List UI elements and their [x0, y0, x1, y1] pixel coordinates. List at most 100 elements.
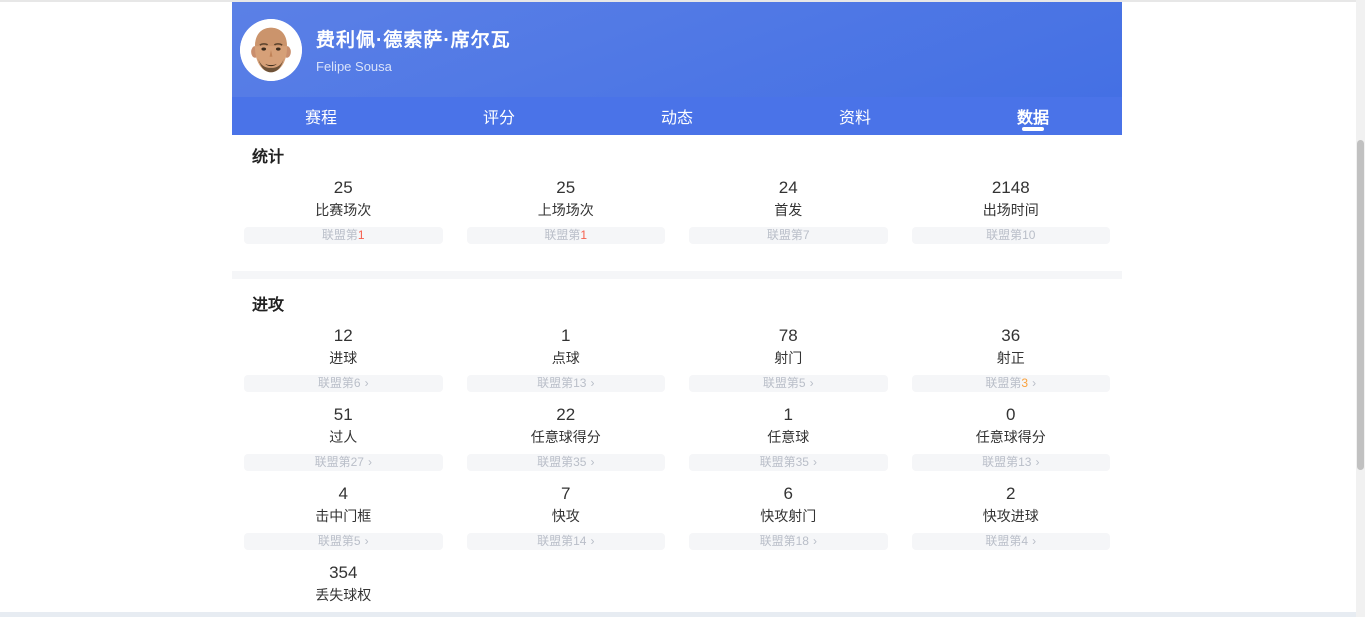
- tab-label: 动态: [661, 104, 693, 128]
- chevron-right-icon: ›: [590, 533, 594, 550]
- stat-cell: 1 任意球 联盟第35›: [677, 404, 900, 483]
- stat-label: 首发: [774, 199, 802, 221]
- league-rank-pill[interactable]: 联盟第27›: [244, 454, 443, 471]
- stat-value: 36: [1001, 325, 1020, 347]
- stat-label: 丢失球权: [315, 584, 371, 606]
- content-column: 费利佩·德索萨·席尔瓦 Felipe Sousa 赛程 评分 动态 资料 数据 …: [232, 2, 1122, 617]
- rank-prefix: 联盟第: [544, 227, 580, 244]
- league-rank-pill[interactable]: 联盟第14›: [467, 533, 666, 550]
- stat-value: 1: [784, 404, 793, 426]
- league-rank-pill: 联盟第1: [467, 227, 666, 244]
- tab-label: 评分: [483, 104, 515, 128]
- rank-number: 18: [796, 533, 809, 550]
- rank-prefix: 联盟第: [760, 533, 796, 550]
- stat-cell: 36 射正 联盟第3›: [900, 325, 1123, 404]
- stat-cell: 12 进球 联盟第6›: [232, 325, 455, 404]
- rank-number: 6: [354, 375, 361, 392]
- chevron-right-icon: ›: [1032, 533, 1036, 550]
- stat-cell: 354 丢失球权 联盟第15›: [232, 562, 455, 617]
- league-rank-pill[interactable]: 联盟第13›: [912, 454, 1111, 471]
- stat-cell: 24 首发 联盟第7: [677, 177, 900, 256]
- rank-prefix: 联盟第: [318, 375, 354, 392]
- league-rank-pill[interactable]: 联盟第18›: [689, 533, 888, 550]
- tab-label: 赛程: [305, 104, 337, 128]
- section-title: 进攻: [252, 295, 1122, 317]
- stats-section: 进攻 12 进球 联盟第6› 1 点球 联盟第13› 78 射门 联盟第5› 3…: [232, 295, 1122, 617]
- chevron-right-icon: ›: [368, 454, 372, 471]
- player-header: 费利佩·德索萨·席尔瓦 Felipe Sousa: [232, 2, 1122, 97]
- player-name-latin: Felipe Sousa: [316, 59, 511, 74]
- stat-value: 7: [561, 483, 570, 505]
- stat-label: 比赛场次: [315, 199, 371, 221]
- rank-number: 27: [351, 454, 364, 471]
- page: 费利佩·德索萨·席尔瓦 Felipe Sousa 赛程 评分 动态 资料 数据 …: [0, 0, 1365, 617]
- stat-value: 12: [334, 325, 353, 347]
- league-rank-pill[interactable]: 联盟第13›: [467, 375, 666, 392]
- stat-value: 6: [784, 483, 793, 505]
- stat-label: 射正: [997, 347, 1025, 369]
- rank-prefix: 联盟第: [537, 533, 573, 550]
- player-names: 费利佩·德索萨·席尔瓦 Felipe Sousa: [316, 25, 511, 74]
- stat-value: 25: [334, 177, 353, 199]
- league-rank-pill[interactable]: 联盟第4›: [912, 533, 1111, 550]
- rank-prefix: 联盟第: [760, 454, 796, 471]
- rank-prefix: 联盟第: [985, 533, 1021, 550]
- rank-prefix: 联盟第: [763, 375, 799, 392]
- rank-prefix: 联盟第: [767, 227, 803, 244]
- stat-value: 4: [339, 483, 348, 505]
- stat-cell: 78 射门 联盟第5›: [677, 325, 900, 404]
- stat-value: 354: [329, 562, 357, 584]
- stat-cell: 2 快攻进球 联盟第4›: [900, 483, 1123, 562]
- stat-cell: 22 任意球得分 联盟第35›: [455, 404, 678, 483]
- league-rank-pill[interactable]: 联盟第3›: [912, 375, 1111, 392]
- tab-data[interactable]: 数据: [944, 97, 1122, 135]
- stat-value: 25: [556, 177, 575, 199]
- stat-label: 出场时间: [983, 199, 1039, 221]
- stat-label: 任意球: [767, 426, 809, 448]
- player-avatar: [240, 19, 302, 81]
- stat-cell: 0 任意球得分 联盟第13›: [900, 404, 1123, 483]
- active-tab-indicator: [1022, 127, 1044, 131]
- league-rank-pill[interactable]: 联盟第35›: [689, 454, 888, 471]
- league-rank-pill[interactable]: 联盟第5›: [244, 533, 443, 550]
- stat-value: 22: [556, 404, 575, 426]
- rank-prefix: 联盟第: [318, 533, 354, 550]
- league-rank-pill: 联盟第1: [244, 227, 443, 244]
- stat-cell: 51 过人 联盟第27›: [232, 404, 455, 483]
- stat-label: 快攻射门: [760, 505, 816, 527]
- stat-value: 1: [561, 325, 570, 347]
- stat-label: 击中门框: [315, 505, 371, 527]
- stat-cell: 4 击中门框 联盟第5›: [232, 483, 455, 562]
- tab-bar: 赛程 评分 动态 资料 数据: [232, 97, 1122, 135]
- stats-grid: 12 进球 联盟第6› 1 点球 联盟第13› 78 射门 联盟第5› 36 射…: [232, 325, 1122, 617]
- chevron-right-icon: ›: [590, 454, 594, 471]
- rank-number: 5: [799, 375, 806, 392]
- rank-number: 35: [573, 454, 586, 471]
- scrollbar[interactable]: [1356, 0, 1365, 617]
- league-rank-pill[interactable]: 联盟第35›: [467, 454, 666, 471]
- league-rank-pill[interactable]: 联盟第6›: [244, 375, 443, 392]
- stat-cell: 1 点球 联盟第13›: [455, 325, 678, 404]
- stat-label: 射门: [774, 347, 802, 369]
- chevron-right-icon: ›: [1032, 375, 1036, 392]
- stat-label: 上场场次: [538, 199, 594, 221]
- player-photo-icon: [240, 19, 302, 81]
- scrollbar-thumb[interactable]: [1357, 140, 1364, 470]
- rank-number: 4: [1021, 533, 1028, 550]
- tab-rating[interactable]: 评分: [410, 97, 588, 135]
- tab-schedule[interactable]: 赛程: [232, 97, 410, 135]
- rank-number: 1: [580, 227, 587, 244]
- tab-news[interactable]: 动态: [588, 97, 766, 135]
- rank-number: 13: [1018, 454, 1031, 471]
- stats-section: 统计 25 比赛场次 联盟第1 25 上场场次 联盟第1 24 首发 联盟第7 …: [232, 147, 1122, 256]
- stat-label: 过人: [329, 426, 357, 448]
- stat-label: 快攻: [552, 505, 580, 527]
- league-rank-pill[interactable]: 联盟第5›: [689, 375, 888, 392]
- stats-grid: 25 比赛场次 联盟第1 25 上场场次 联盟第1 24 首发 联盟第7 214…: [232, 177, 1122, 256]
- tab-profile[interactable]: 资料: [766, 97, 944, 135]
- rank-number: 1: [358, 227, 365, 244]
- stat-value: 0: [1006, 404, 1015, 426]
- stat-label: 点球: [552, 347, 580, 369]
- player-name: 费利佩·德索萨·席尔瓦: [316, 25, 511, 52]
- chevron-right-icon: ›: [590, 375, 594, 392]
